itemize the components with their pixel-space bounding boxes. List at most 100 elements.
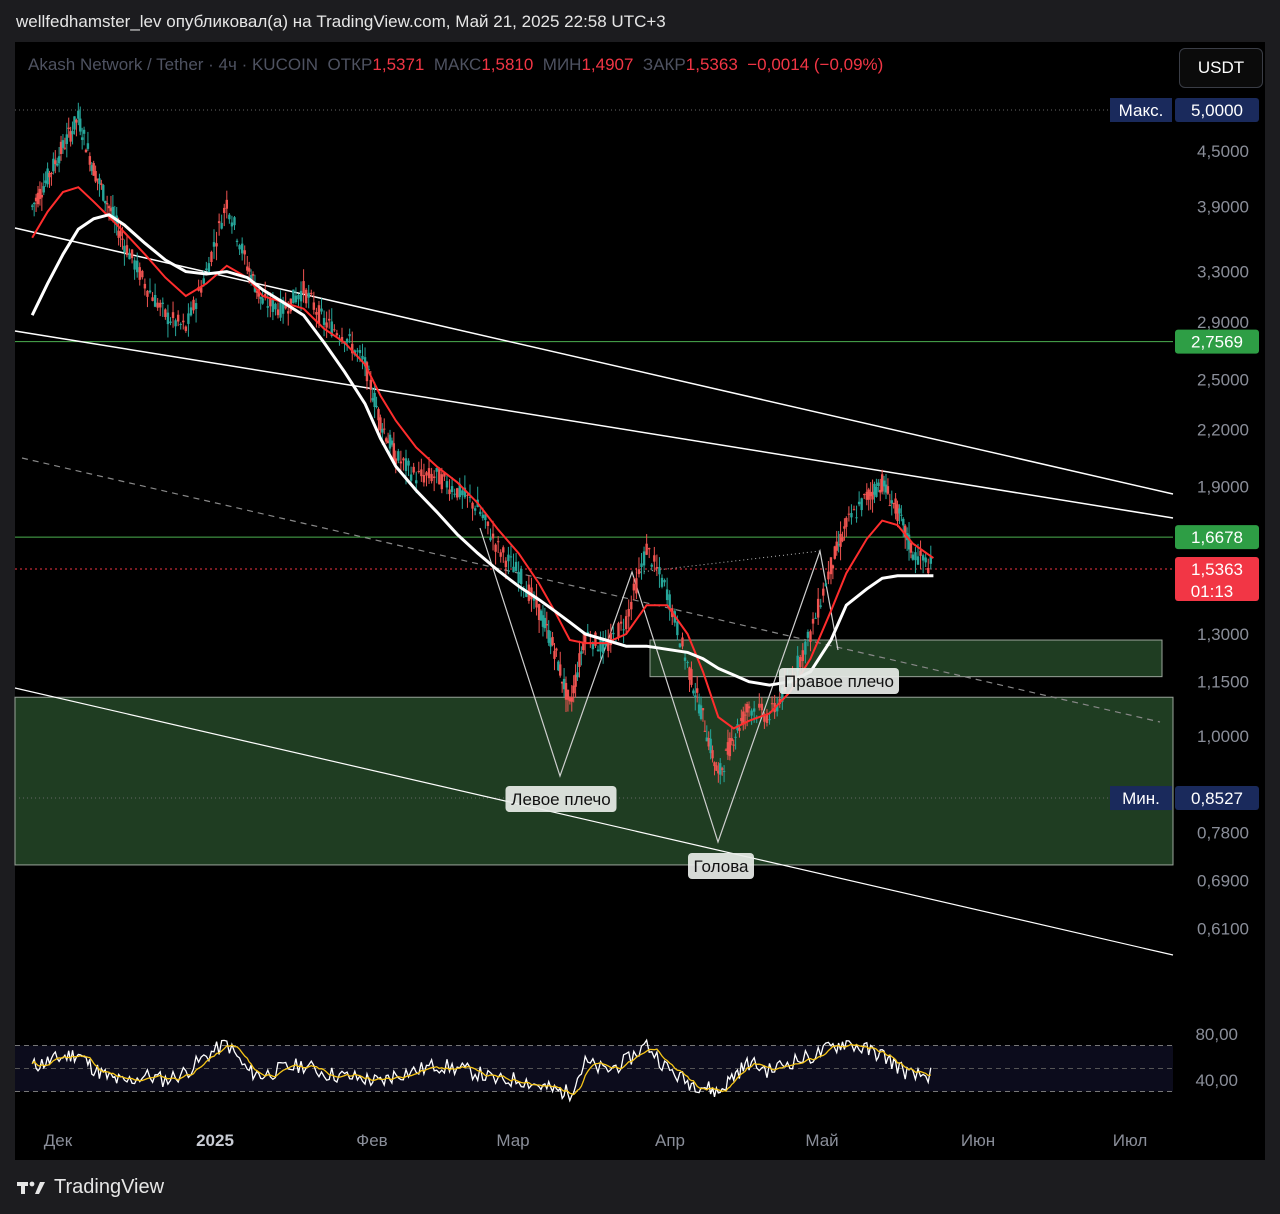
level-2-7569-value: 2,7569 [1191, 333, 1243, 352]
candle-body [164, 309, 167, 317]
candle-body [576, 672, 579, 678]
candle-body [192, 299, 195, 311]
candle-body [307, 292, 310, 298]
candle-body [404, 458, 408, 471]
candle-body [804, 641, 807, 655]
y-tick-label: 1,1500 [1197, 673, 1249, 692]
candle-body [54, 160, 57, 165]
y-tick-label: 4,5000 [1197, 142, 1249, 161]
candle-body [435, 467, 438, 472]
candle-body [857, 501, 861, 505]
candle-body [738, 728, 741, 731]
candle-body [235, 240, 239, 242]
candle-body [121, 238, 124, 240]
tradingview-footer: TradingView [16, 1176, 164, 1199]
x-tick-label: Апр [655, 1131, 685, 1150]
candle-body [555, 648, 558, 651]
candle-body [678, 643, 682, 648]
x-tick-label: Фев [356, 1131, 387, 1150]
candle-body [123, 245, 126, 253]
last-price-timer: 01:13 [1191, 582, 1234, 601]
candle-body [502, 547, 505, 553]
min-price-label: Мин. [1122, 789, 1160, 808]
candle-body [61, 140, 65, 148]
candle-body [194, 303, 198, 309]
candle-body [466, 494, 469, 496]
candle-body [599, 638, 602, 652]
y-tick-label: 1,0000 [1197, 727, 1249, 746]
open-label: ОТКР [327, 55, 373, 74]
candle-body [760, 703, 764, 711]
currency-button[interactable]: USDT [1179, 48, 1263, 88]
candle-body [440, 474, 444, 490]
candle-body [850, 513, 853, 518]
candle-body [217, 221, 221, 224]
candle-body [902, 518, 905, 526]
candle-body [831, 565, 835, 569]
open-value: 1,5371 [372, 55, 425, 74]
x-tick-label: 2025 [196, 1131, 234, 1150]
high-label: МАКС [433, 55, 482, 74]
candle-body [596, 649, 600, 652]
candle-body [619, 621, 623, 624]
candle-body [580, 651, 583, 654]
candle-body [877, 482, 880, 486]
candle-body [722, 770, 726, 772]
candle-body [153, 295, 157, 307]
candle-body [415, 480, 418, 484]
label-left-shoulder: Левое плечо [511, 790, 610, 809]
candle-body [489, 537, 492, 541]
candle-body [299, 290, 303, 302]
candle-body [67, 127, 70, 129]
candle-body [450, 486, 454, 493]
candle-body [630, 601, 633, 610]
candle-body [696, 688, 699, 693]
candle-body [42, 186, 45, 193]
candle-body [310, 292, 313, 295]
candle-body [402, 458, 405, 461]
candle-body [171, 312, 175, 318]
candle-body [543, 617, 547, 629]
candle-body [486, 521, 490, 526]
price-chart[interactable]: Левое плечо Голова Правое плечо 4,5000 3,900… [0, 0, 1280, 1214]
candle-body [261, 298, 264, 304]
candle-body [622, 629, 625, 631]
candle-body [799, 657, 802, 668]
candle-body [676, 621, 679, 636]
candle-body [57, 156, 61, 164]
candle-body [176, 314, 180, 322]
x-tick-label: Июн [961, 1131, 995, 1150]
candle-body [921, 555, 925, 561]
candle-body [304, 289, 308, 304]
close-label: ЗАКР [642, 55, 686, 74]
candle-body [690, 669, 693, 685]
candle-body [806, 631, 810, 638]
rsi-tick-label: 80,00 [1195, 1025, 1238, 1044]
candle-body [694, 695, 697, 698]
y-tick-label: 3,9000 [1197, 198, 1249, 217]
candle-body [328, 318, 331, 321]
candle-body [356, 350, 359, 352]
y-tick-label: 1,9000 [1197, 477, 1249, 496]
candle-body [734, 736, 737, 738]
candle-body [320, 308, 323, 312]
tradingview-logo-icon [17, 1181, 45, 1194]
candle-body [909, 542, 913, 553]
candle-body [911, 554, 915, 560]
candle-body [102, 185, 105, 201]
candle-body [640, 563, 643, 567]
candle-body [133, 260, 136, 270]
candle-body [504, 560, 508, 568]
candle-body [509, 556, 513, 558]
candle-body [578, 653, 581, 667]
candle-body [715, 765, 718, 771]
support-zone-lower [14, 696, 1174, 866]
candle-body [456, 488, 459, 498]
candle-body [205, 268, 208, 270]
label-head: Голова [693, 857, 749, 876]
candle-body [624, 616, 628, 630]
symbol-legend: Akash Network / Tether · 4ч · KUCOIN ОТК… [28, 55, 883, 75]
candle-body [448, 489, 451, 495]
candle-body [545, 624, 548, 626]
candle-body [128, 252, 131, 260]
